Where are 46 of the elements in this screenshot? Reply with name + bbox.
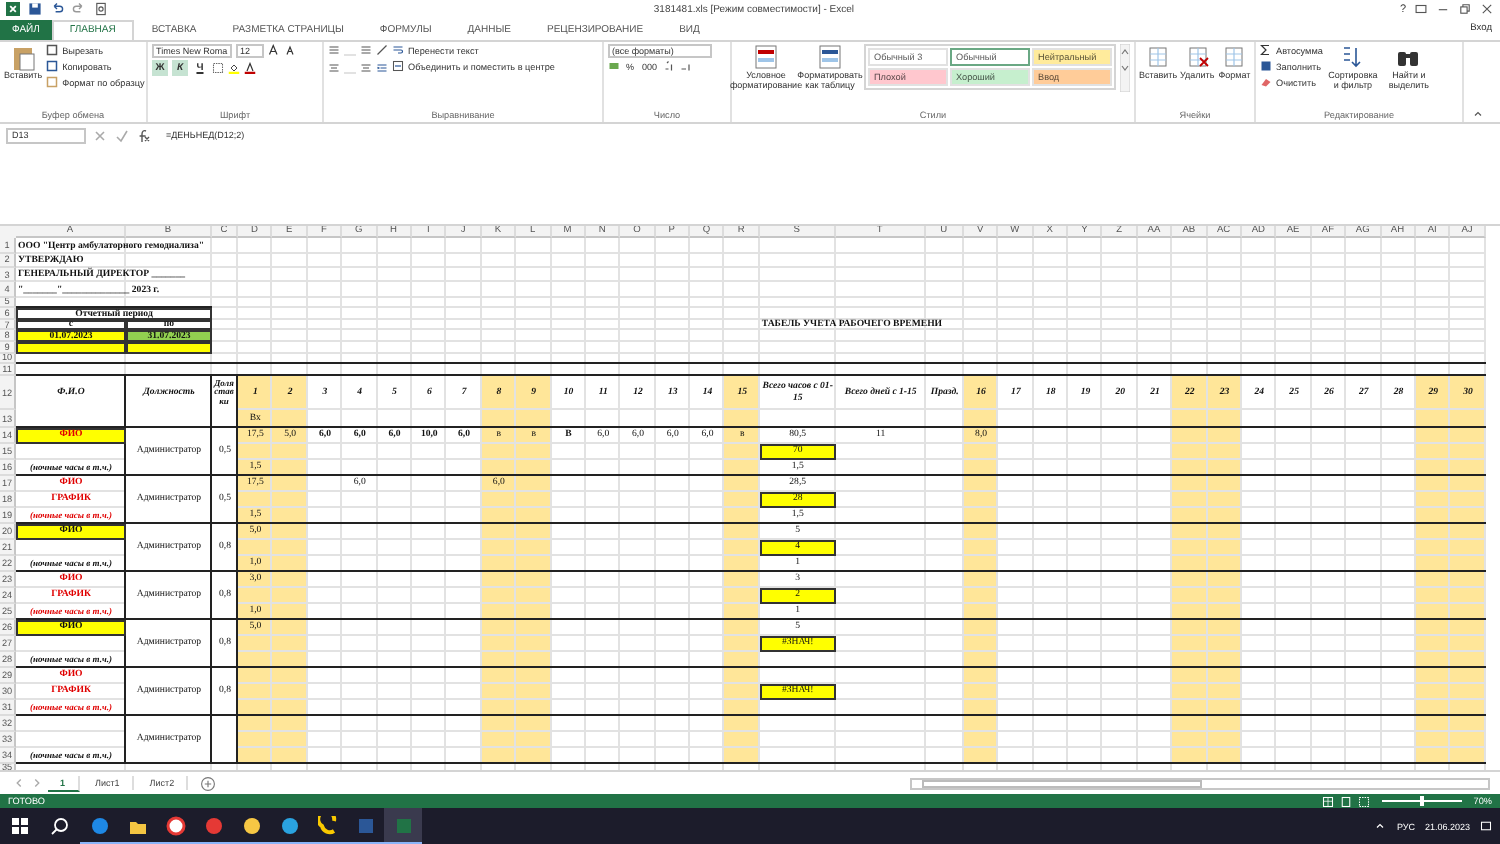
cells-icon [1222,43,1247,72]
add-sheet-icon[interactable] [200,775,217,792]
table-format-icon [818,43,842,72]
print-preview-icon[interactable] [94,2,108,17]
conditional-format-icon [754,43,778,72]
fill-color-icon[interactable] [228,61,240,74]
collapse-ribbon-icon[interactable] [1472,107,1484,120]
horizontal-scrollbar[interactable] [910,777,1490,790]
clipboard-icon [11,43,36,72]
delete-cells-icon [1185,43,1210,72]
text-orientation-icon[interactable] [376,43,388,56]
page-break-icon[interactable] [1357,795,1370,808]
sigma-icon [1260,44,1272,57]
eraser-icon [1260,76,1272,89]
start-icon[interactable] [10,816,30,837]
notifications-icon[interactable] [1480,820,1492,833]
spreadsheet-icon [393,815,413,836]
browser-icon [89,815,109,836]
wrap-text-icon [392,44,404,57]
normal-view-icon[interactable] [1321,795,1334,808]
letter-c-icon [317,815,337,836]
redo-icon[interactable] [72,2,86,17]
save-icon[interactable] [28,2,42,17]
fill-down-icon [1260,60,1272,73]
search-icon[interactable] [50,816,70,837]
ring-icon [165,815,185,836]
shrink-font-icon[interactable] [284,44,296,57]
chevron-up-icon[interactable] [1374,820,1387,833]
circle-logo-icon [203,815,223,836]
cells-icon [1146,43,1170,72]
increase-decimal-icon[interactable] [663,60,676,73]
ribbon-options-icon[interactable] [1414,2,1428,17]
insert-function-icon[interactable] [136,127,152,144]
chat-icon [241,815,261,836]
undo-icon[interactable] [50,2,64,17]
grow-font-icon[interactable] [268,44,280,57]
restore-icon[interactable] [1458,2,1472,17]
messenger-icon [279,815,299,836]
document-icon [355,815,375,836]
merge-cells-icon [392,60,404,73]
font-color-icon[interactable] [244,61,256,74]
close-icon[interactable] [1480,2,1494,17]
sort-filter-icon [1340,43,1365,72]
scroll-arrows-icon[interactable] [1120,43,1130,92]
page-layout-icon[interactable] [1339,795,1352,808]
borders-icon[interactable] [212,61,224,74]
